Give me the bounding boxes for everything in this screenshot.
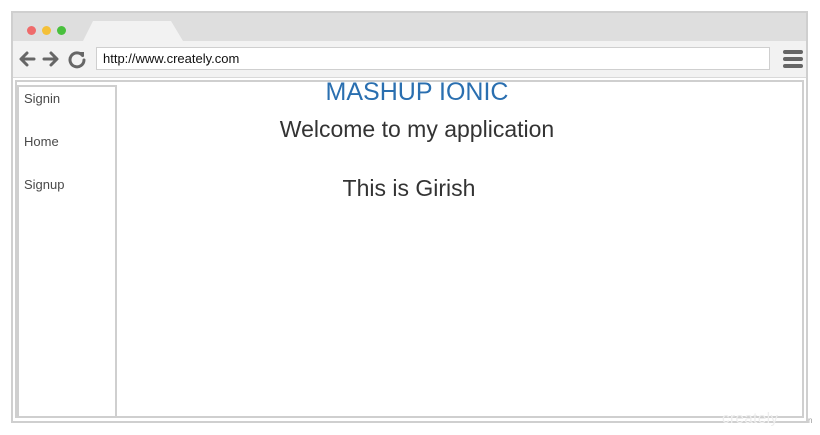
hamburger-menu-icon[interactable] <box>782 48 804 70</box>
close-window-button[interactable] <box>27 26 36 35</box>
watermark-text: creately <box>722 410 779 427</box>
address-url: http://www.creately.com <box>103 51 240 66</box>
maximize-window-button[interactable] <box>57 26 66 35</box>
back-arrow-icon[interactable] <box>17 49 37 69</box>
watermark-logo: creately <box>722 410 779 427</box>
title-bar <box>13 13 806 41</box>
browser-tab[interactable] <box>83 21 183 41</box>
page-viewport: Signin Home Signup MASHUP IONIC Welcome … <box>15 78 804 418</box>
reload-icon[interactable] <box>67 49 87 69</box>
watermark-suffix: n <box>808 416 813 425</box>
forward-arrow-icon[interactable] <box>41 49 61 69</box>
minimize-window-button[interactable] <box>42 26 51 35</box>
browser-window: http://www.creately.com Signin Home Sign… <box>11 11 808 423</box>
welcome-heading: Welcome to my application <box>279 116 555 142</box>
app-title: MASHUP IONIC <box>325 78 509 106</box>
body-text: This is Girish <box>342 175 476 201</box>
browser-toolbar: http://www.creately.com <box>13 41 806 78</box>
address-bar[interactable]: http://www.creately.com <box>96 47 770 70</box>
